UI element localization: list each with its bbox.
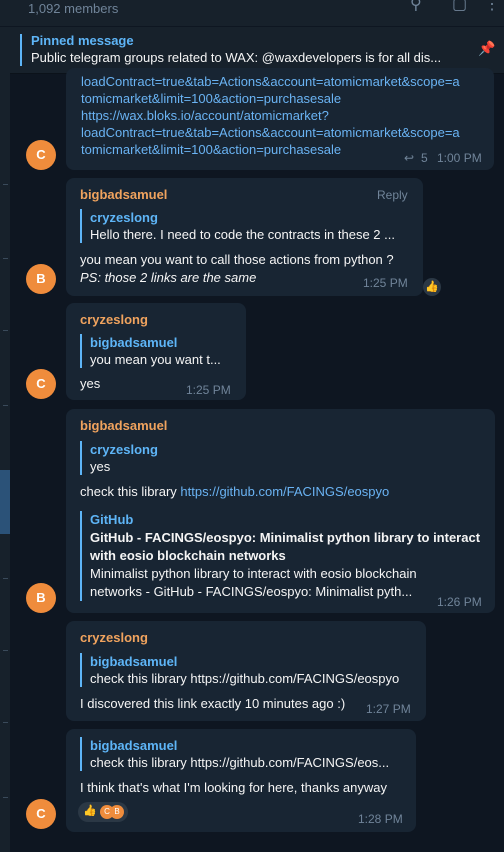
rail-mark bbox=[3, 184, 8, 185]
search-icon[interactable]: ⚲ bbox=[410, 0, 422, 13]
message-text: check this library https://github.com/FA… bbox=[80, 483, 389, 501]
reactor-avatar: B bbox=[110, 805, 124, 819]
pin-icon[interactable]: 📌 bbox=[478, 40, 495, 57]
thumbs-up-reaction: 👍 bbox=[83, 805, 97, 817]
message-time: 1:25 PM bbox=[186, 383, 231, 397]
quote-sender: cryzeslong bbox=[90, 442, 158, 457]
quote-text: check this library https://github.com/FA… bbox=[90, 671, 400, 686]
pinned-accent bbox=[20, 34, 22, 66]
chat-header: 1,092 members ⚲ ▢ ⋮ bbox=[0, 0, 504, 26]
sender-name[interactable]: bigbadsamuel bbox=[80, 418, 167, 433]
left-rail bbox=[0, 73, 10, 852]
message-text-prefix: check this library bbox=[80, 484, 181, 499]
sender-name[interactable]: bigbadsamuel bbox=[80, 187, 167, 202]
message-time: 1:00 PM bbox=[437, 151, 482, 165]
message-link[interactable]: https://github.com/FACINGS/eospyo bbox=[180, 484, 389, 499]
rail-mark bbox=[3, 258, 8, 259]
message-text: I think that's what I'm looking for here… bbox=[80, 780, 388, 795]
more-icon[interactable]: ⋮ bbox=[484, 0, 500, 13]
message-text: yes bbox=[80, 376, 101, 391]
avatar[interactable]: B bbox=[26, 583, 56, 613]
preview-title: GitHub - FACINGS/eospyo: Minimalist pyth… bbox=[90, 530, 481, 545]
message-text: you mean you want to call those actions … bbox=[80, 252, 394, 267]
preview-description: Minimalist python library to interact wi… bbox=[90, 566, 417, 581]
message-text: I discovered this link exactly 10 minute… bbox=[80, 696, 346, 711]
pinned-title: Pinned message bbox=[31, 33, 134, 48]
preview-title: with eosio blockchain networks bbox=[90, 548, 286, 563]
rail-mark bbox=[3, 650, 8, 651]
message-text: PS: those 2 links are the same bbox=[80, 270, 257, 285]
reply-arrow-icon[interactable]: ↩ bbox=[404, 151, 414, 165]
message-time: 1:25 PM bbox=[363, 276, 408, 290]
message-link-line[interactable]: loadContract=true&tab=Actions&account=at… bbox=[81, 73, 460, 91]
message-link-line[interactable]: loadContract=true&tab=Actions&account=at… bbox=[81, 124, 460, 142]
quoted-message[interactable]: bigbadsamuel check this library https://… bbox=[80, 653, 399, 687]
quote-text: Hello there. I need to code the contract… bbox=[90, 227, 395, 242]
quote-sender: cryzeslong bbox=[90, 210, 158, 225]
sender-name[interactable]: cryzeslong bbox=[80, 630, 148, 645]
message-time: 1:26 PM bbox=[437, 595, 482, 609]
rail-mark bbox=[3, 797, 8, 798]
quote-sender: bigbadsamuel bbox=[90, 335, 178, 350]
preview-site-name: GitHub bbox=[90, 512, 134, 527]
message-time: 1:28 PM bbox=[358, 812, 403, 826]
members-count: 1,092 members bbox=[28, 1, 119, 16]
rail-mark bbox=[3, 330, 8, 331]
avatar[interactable]: C bbox=[26, 140, 56, 170]
thumbs-up-reaction[interactable]: 👍 bbox=[423, 278, 441, 296]
rail-highlight bbox=[0, 470, 10, 534]
sidebar-icon[interactable]: ▢ bbox=[452, 0, 467, 13]
quote-text: you mean you want t... bbox=[90, 352, 221, 367]
message-time: 1:27 PM bbox=[366, 702, 411, 716]
replies-count[interactable]: 5 bbox=[421, 151, 428, 165]
rail-mark bbox=[3, 722, 8, 723]
quoted-message[interactable]: bigbadsamuel check this library https://… bbox=[80, 737, 389, 771]
quoted-message[interactable]: cryzeslong yes bbox=[80, 441, 158, 475]
avatar[interactable]: B bbox=[26, 264, 56, 294]
message-link-line[interactable]: https://wax.bloks.io/account/atomicmarke… bbox=[81, 107, 329, 125]
message-link-line[interactable]: tomicmarket&limit=100&action=purchasesal… bbox=[81, 90, 341, 108]
quoted-message[interactable]: bigbadsamuel you mean you want t... bbox=[80, 334, 221, 368]
preview-description: networks - GitHub - FACINGS/eospyo: Mini… bbox=[90, 584, 413, 599]
quote-sender: bigbadsamuel bbox=[90, 738, 178, 753]
reaction-pill[interactable]: 👍 C B bbox=[78, 802, 128, 822]
quote-text: yes bbox=[90, 459, 111, 474]
sender-name[interactable]: cryzeslong bbox=[80, 312, 148, 327]
link-preview[interactable]: GitHub GitHub - FACINGS/eospyo: Minimali… bbox=[80, 511, 480, 601]
message-link-line[interactable]: tomicmarket&limit=100&action=purchasesal… bbox=[81, 141, 341, 159]
rail-mark bbox=[3, 405, 8, 406]
avatar[interactable]: C bbox=[26, 799, 56, 829]
avatar[interactable]: C bbox=[26, 369, 56, 399]
quote-text: check this library https://github.com/FA… bbox=[90, 755, 390, 770]
reply-button[interactable]: Reply bbox=[377, 188, 408, 202]
quoted-message[interactable]: cryzeslong Hello there. I need to code t… bbox=[80, 209, 395, 243]
quote-sender: bigbadsamuel bbox=[90, 654, 178, 669]
pinned-text: Public telegram groups related to WAX: @… bbox=[31, 50, 442, 65]
rail-mark bbox=[3, 578, 8, 579]
